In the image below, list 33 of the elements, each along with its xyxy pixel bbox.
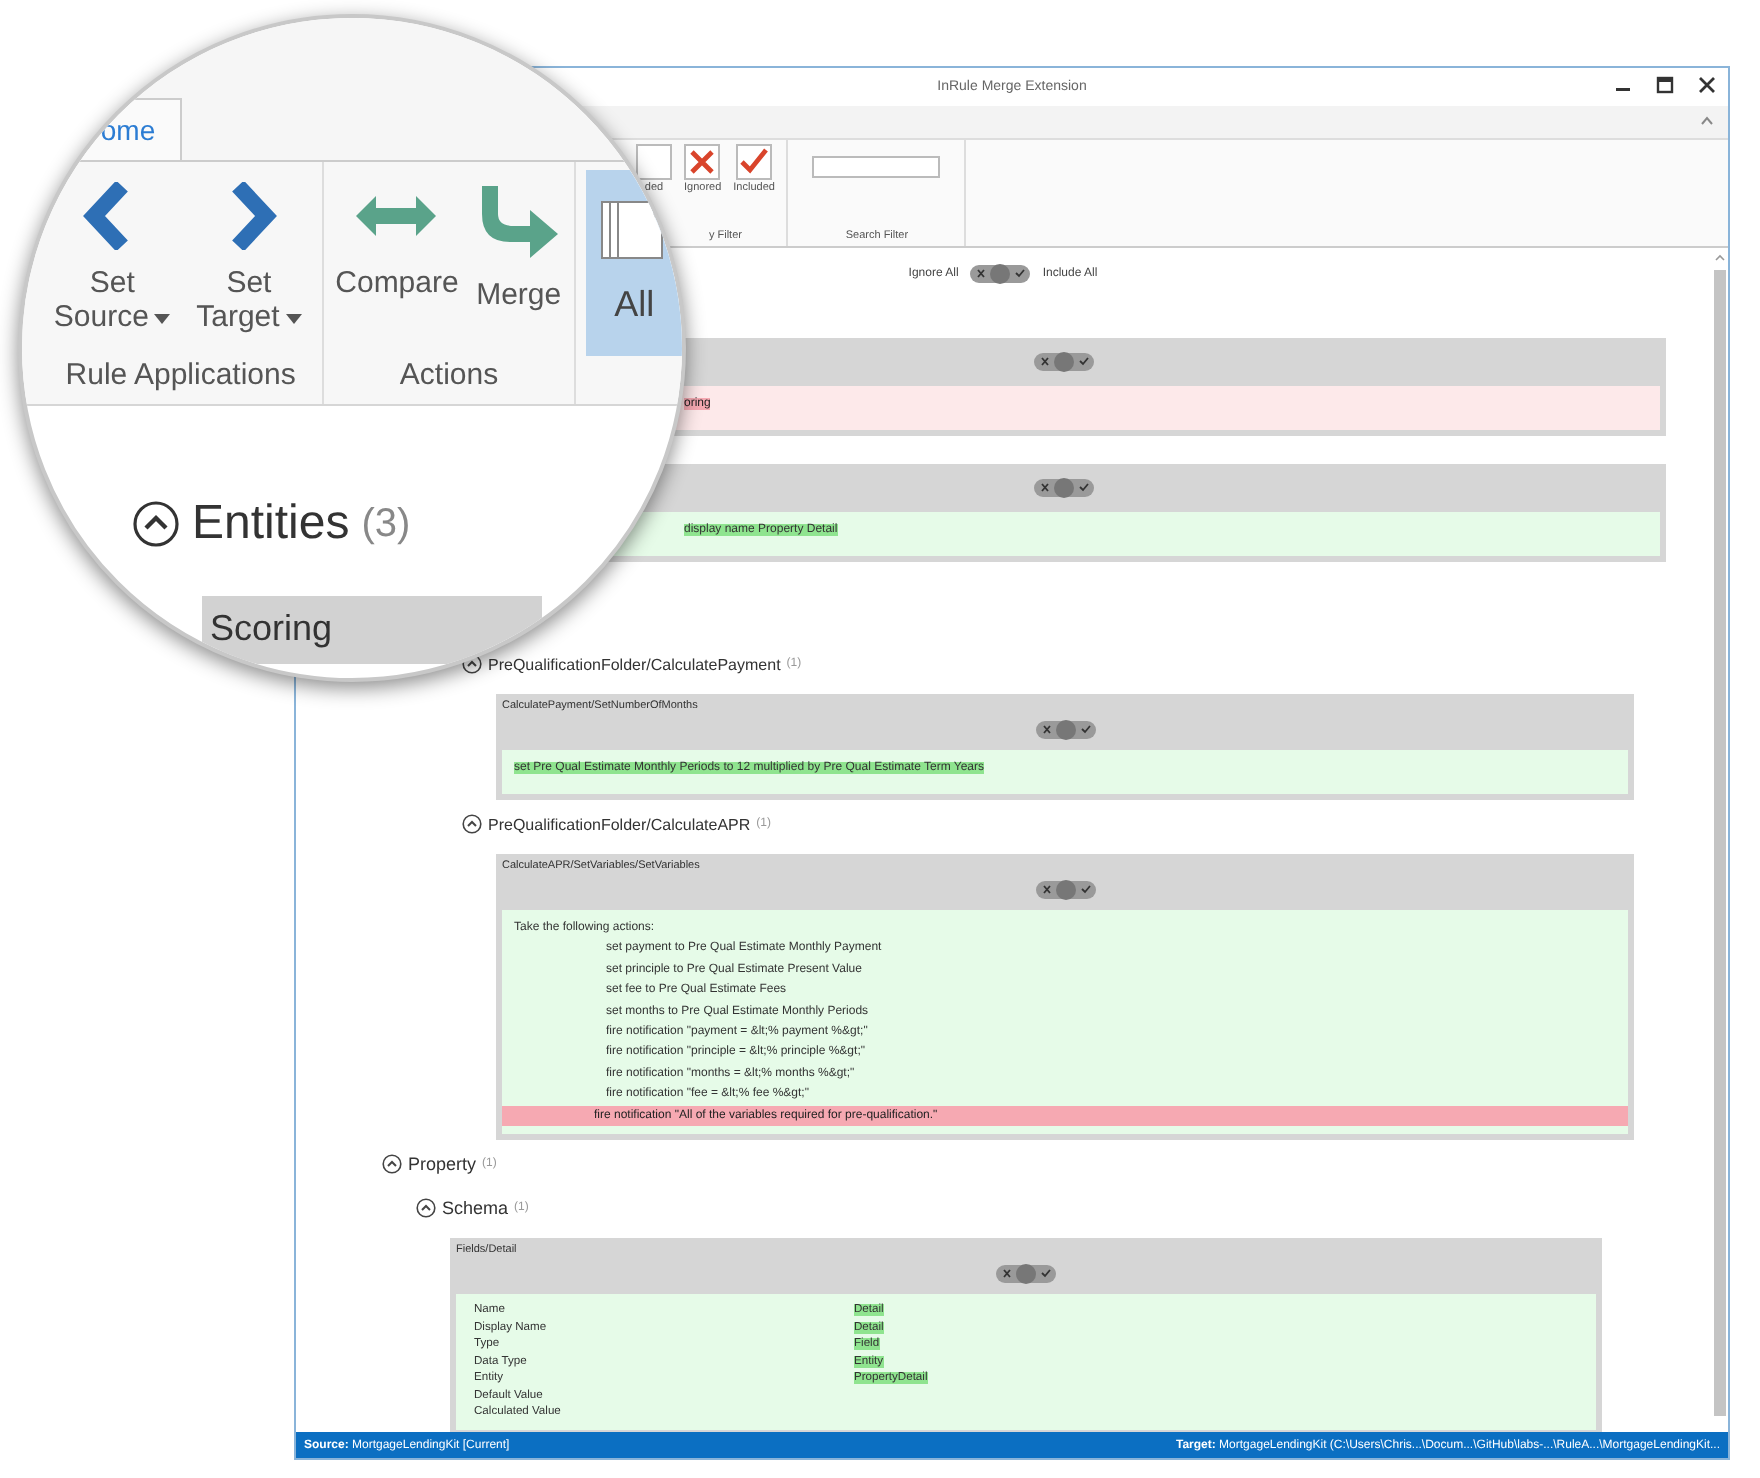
close-icon[interactable] — [1698, 76, 1716, 94]
check-checkbox[interactable] — [736, 144, 773, 180]
tree-node-label[interactable]: Entities — [192, 496, 350, 552]
scroll-up-icon[interactable] — [1713, 252, 1725, 264]
caret-icon — [285, 313, 302, 324]
collapse-icon[interactable] — [132, 500, 180, 548]
collapse-icon[interactable] — [382, 1154, 402, 1175]
tree-node-label[interactable]: Property — [408, 1154, 477, 1175]
search-field[interactable] — [812, 156, 941, 178]
collapse-icon[interactable] — [462, 814, 482, 834]
toggle-switch[interactable] — [1034, 477, 1094, 497]
toggle-switch[interactable] — [970, 264, 1031, 284]
toggle-switch[interactable] — [996, 1264, 1056, 1285]
ribbon-button[interactable]: Set Source — [48, 162, 177, 358]
tree-node-label[interactable]: Schema — [442, 1198, 509, 1219]
collapse-ribbon-icon[interactable] — [1700, 116, 1714, 126]
caret-icon — [154, 313, 171, 324]
ribbon-button[interactable]: Set Target — [184, 162, 314, 358]
toggle-switch[interactable] — [1035, 880, 1095, 900]
collapse-icon[interactable] — [416, 1198, 436, 1219]
documents-icon — [600, 200, 669, 260]
ribbon-button[interactable]: Merge — [470, 162, 567, 358]
ribbon-button[interactable]: Compare — [331, 162, 463, 358]
scrollbar-thumb[interactable] — [1713, 270, 1725, 1416]
group-label: Actions — [399, 358, 499, 396]
toggle-switch[interactable] — [1035, 720, 1095, 740]
group-label: Rule Applications — [65, 358, 296, 396]
maximize-icon[interactable] — [1656, 76, 1674, 94]
count-label: (3) — [361, 501, 411, 547]
checkbox[interactable] — [636, 144, 672, 180]
tree-node-label[interactable]: PreQualificationFolder/CalculateAPR — [488, 815, 751, 833]
cross-checkbox[interactable] — [684, 144, 721, 180]
toggle-switch[interactable] — [1034, 351, 1094, 371]
